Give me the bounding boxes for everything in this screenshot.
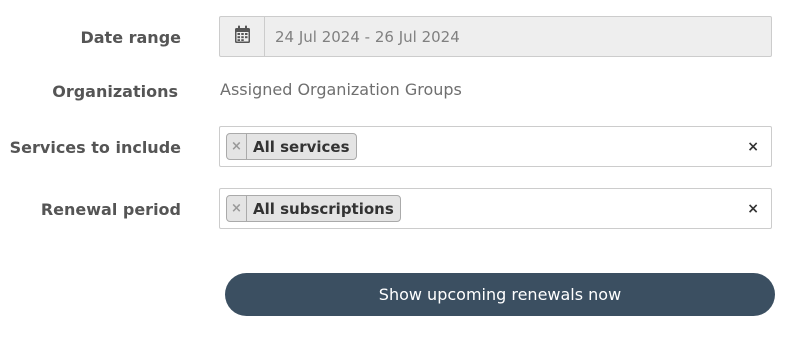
renewal-period-tag-remove-icon[interactable]: ×	[227, 196, 247, 221]
services-label: Services to include	[9, 138, 181, 157]
calendar-icon	[234, 25, 251, 48]
services-clear-icon[interactable]: ×	[747, 139, 759, 155]
renewal-period-tag-label: All subscriptions	[253, 199, 394, 218]
services-tag: × All services	[226, 133, 357, 160]
date-range-addon[interactable]	[220, 17, 265, 56]
organizations-label: Organizations	[52, 82, 178, 101]
renewal-period-label: Renewal period	[40, 200, 181, 219]
show-upcoming-renewals-button[interactable]: Show upcoming renewals now	[225, 273, 775, 316]
services-tag-label: All services	[253, 137, 350, 156]
date-range-value: 24 Jul 2024 - 26 Jul 2024	[275, 27, 460, 46]
services-tag-remove-icon[interactable]: ×	[227, 134, 247, 159]
organizations-value: Assigned Organization Groups	[220, 80, 462, 99]
date-range-label: Date range	[80, 28, 181, 47]
renewal-period-select[interactable]: × All subscriptions ×	[219, 188, 772, 229]
renewal-period-clear-icon[interactable]: ×	[747, 201, 759, 217]
services-select[interactable]: × All services ×	[219, 126, 772, 167]
renewal-period-tag: × All subscriptions	[226, 195, 401, 222]
date-range-field[interactable]: 24 Jul 2024 - 26 Jul 2024	[219, 16, 772, 57]
